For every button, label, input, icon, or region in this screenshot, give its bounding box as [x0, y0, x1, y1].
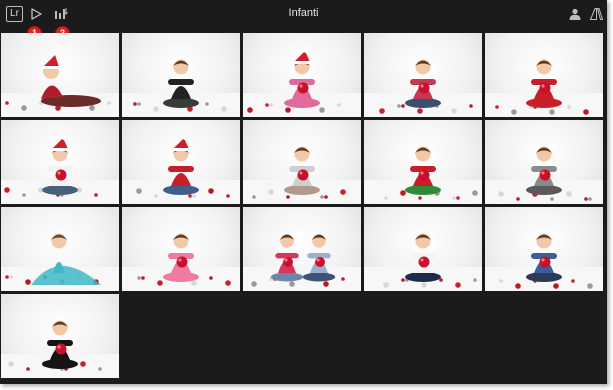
photo-content: [498, 146, 592, 201]
photo-content: [4, 136, 98, 197]
photo-content: [499, 233, 593, 289]
lightroom-window: Lr Infanti 1 2: [0, 0, 607, 384]
photo-15[interactable]: [485, 207, 603, 291]
photo-4[interactable]: [364, 33, 482, 117]
photo-content: [384, 146, 478, 200]
photo-content: [133, 59, 227, 112]
photo-11[interactable]: [1, 207, 119, 291]
photo-3[interactable]: [243, 33, 361, 117]
photo-13[interactable]: [243, 207, 361, 291]
photo-content: [247, 49, 341, 113]
top-bar: Lr Infanti: [0, 0, 607, 32]
album-title: Infanti: [288, 7, 319, 19]
photo-content: [136, 136, 230, 198]
photo-content: [137, 233, 231, 286]
photo-7[interactable]: [122, 120, 240, 204]
photo-1[interactable]: [1, 33, 119, 117]
photo-content: [8, 320, 102, 371]
photo-6[interactable]: [1, 120, 119, 204]
user-icon[interactable]: [569, 8, 581, 20]
photo-content: [495, 59, 589, 115]
photo-2[interactable]: [122, 33, 240, 117]
adobe-icon: [590, 8, 603, 20]
photo-content: [379, 59, 473, 114]
photo-content: [383, 233, 477, 288]
photo-16[interactable]: [1, 294, 119, 378]
photo-10[interactable]: [485, 120, 603, 204]
photo-14[interactable]: [364, 207, 482, 291]
photo-9[interactable]: [364, 120, 482, 204]
photo-8[interactable]: [243, 120, 361, 204]
photo-grid: [1, 33, 603, 378]
photo-content: [5, 55, 111, 111]
photo-content: [252, 146, 346, 199]
photo-content: [251, 234, 345, 287]
photo-12[interactable]: [122, 207, 240, 291]
photo-content: [5, 233, 101, 285]
photo-5[interactable]: [485, 33, 603, 117]
